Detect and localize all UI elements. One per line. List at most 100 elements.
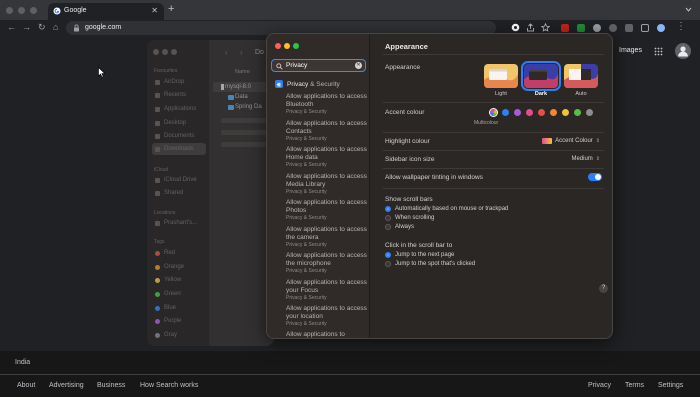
- settings-minimize-button[interactable]: [284, 43, 290, 49]
- finder-column-name[interactable]: Name: [235, 69, 250, 75]
- search-result-more[interactable]: Allow applications to: [286, 331, 368, 338]
- theme-dark-option[interactable]: [521, 61, 561, 91]
- finder-close-button[interactable]: [153, 49, 159, 55]
- highlight-colour-popup[interactable]: Accent Colour ⇕: [542, 138, 600, 144]
- clear-search-icon[interactable]: ✕: [355, 62, 362, 69]
- finder-tag-orange[interactable]: Orange: [155, 264, 184, 270]
- accent-blue-swatch[interactable]: [502, 109, 509, 116]
- finder-tag-yellow[interactable]: Yellow: [155, 277, 181, 283]
- accent-red-swatch[interactable]: [538, 109, 545, 116]
- footer-link-business[interactable]: Business: [97, 382, 125, 389]
- finder-tag-purple[interactable]: Purple: [155, 318, 181, 324]
- search-result-photos[interactable]: Allow applications to access Photos Priv…: [286, 199, 368, 222]
- settings-search-input[interactable]: Privacy ✕: [271, 59, 366, 72]
- accent-yellow-swatch[interactable]: [562, 109, 569, 116]
- finder-sidebar-documents[interactable]: Documents: [155, 133, 194, 139]
- home-icon[interactable]: ⌂: [53, 22, 58, 32]
- tab-close-icon[interactable]: ✕: [151, 6, 158, 15]
- search-result-media-library[interactable]: Allow applications to access Media Libra…: [286, 173, 368, 196]
- footer-link-how-search-works[interactable]: How Search works: [140, 382, 198, 389]
- scrollbar-option-always[interactable]: Always: [385, 224, 414, 230]
- accent-orange-swatch[interactable]: [550, 109, 557, 116]
- radio-button[interactable]: [385, 215, 391, 221]
- accent-graphite-swatch[interactable]: [586, 109, 593, 116]
- radio-button[interactable]: [385, 261, 391, 267]
- finder-sidebar-shared[interactable]: Shared: [155, 190, 183, 196]
- chrome-menu-icon[interactable]: ⋮: [676, 21, 686, 32]
- finder-sidebar-recents[interactable]: Recents: [155, 92, 186, 98]
- google-lens-icon[interactable]: [511, 23, 520, 32]
- accent-purple-swatch[interactable]: [514, 109, 521, 116]
- account-avatar[interactable]: [675, 43, 691, 59]
- adblock-extension-icon[interactable]: [561, 24, 569, 32]
- search-result-camera[interactable]: Allow applications to access the camera …: [286, 226, 368, 249]
- new-tab-button[interactable]: +: [168, 4, 174, 15]
- finder-sidebar-applications[interactable]: Applications: [155, 106, 196, 112]
- finder-tag-green[interactable]: Green: [155, 291, 181, 297]
- reload-icon[interactable]: ↻: [38, 22, 46, 33]
- finder-sidebar-location-mac[interactable]: Prashant's...: [155, 220, 197, 226]
- scrollbar-option-auto[interactable]: Automatically based on mouse or trackpad: [385, 206, 508, 212]
- bookmark-star-icon[interactable]: [541, 23, 550, 32]
- click-option-next-page[interactable]: Jump to the next page: [385, 252, 454, 258]
- images-link[interactable]: Images: [619, 47, 642, 54]
- finder-back-icon[interactable]: ‹: [225, 48, 228, 57]
- extension-icon[interactable]: [593, 24, 601, 32]
- finder-sidebar-airdrop[interactable]: AirDrop: [155, 79, 184, 85]
- profile-avatar[interactable]: [657, 24, 665, 32]
- finder-window[interactable]: Favourites AirDrop Recents Applications …: [147, 40, 274, 346]
- search-result-contacts[interactable]: Allow applications to access Contacts Pr…: [286, 120, 368, 143]
- finder-zoom-button[interactable]: [171, 49, 177, 55]
- help-button[interactable]: ?: [599, 284, 608, 293]
- side-panel-icon[interactable]: [641, 24, 649, 32]
- accent-multicolour-swatch[interactable]: [490, 109, 497, 116]
- apps-grid-icon[interactable]: [654, 47, 663, 56]
- search-result-privacy-security[interactable]: Privacy & Security: [275, 80, 340, 88]
- finder-forward-icon[interactable]: ›: [240, 48, 243, 57]
- sidebar-icon-size-popup[interactable]: Medium ⇕: [571, 156, 600, 162]
- footer-link-about[interactable]: About: [17, 382, 35, 389]
- finder-sidebar-desktop[interactable]: Desktop: [155, 120, 186, 126]
- settings-close-button[interactable]: [275, 43, 281, 49]
- search-result-focus[interactable]: Allow applications to access your Focus …: [286, 279, 368, 302]
- finder-minimize-button[interactable]: [162, 49, 168, 55]
- window-close-button[interactable]: [6, 7, 13, 14]
- window-zoom-button[interactable]: [30, 7, 37, 14]
- system-settings-window[interactable]: Privacy ✕ Privacy & Security Allow appli…: [266, 33, 613, 339]
- finder-tag-blue[interactable]: Blue: [155, 305, 176, 311]
- back-arrow-icon[interactable]: ←: [7, 22, 16, 32]
- footer-link-terms[interactable]: Terms: [625, 382, 644, 389]
- browser-tab[interactable]: Google ✕: [48, 3, 164, 20]
- wallpaper-tinting-toggle[interactable]: [588, 173, 602, 181]
- window-minimize-button[interactable]: [18, 7, 25, 14]
- forward-arrow-icon[interactable]: →: [22, 22, 31, 32]
- radio-button[interactable]: [385, 224, 391, 230]
- lock-icon[interactable]: [73, 24, 80, 32]
- search-result-microphone[interactable]: Allow applications to access the microph…: [286, 252, 368, 275]
- theme-light-option[interactable]: [484, 64, 518, 88]
- share-icon[interactable]: [526, 23, 535, 32]
- click-option-spot[interactable]: Jump to the spot that's clicked: [385, 261, 475, 267]
- footer-link-settings[interactable]: Settings: [658, 382, 683, 389]
- finder-file-mysql[interactable]: mysql-8.0: [225, 84, 251, 90]
- finder-sidebar-icloud-drive[interactable]: iCloud Drive: [155, 177, 197, 183]
- accent-green-swatch[interactable]: [574, 109, 581, 116]
- scrollbar-option-scrolling[interactable]: When scrolling: [385, 215, 434, 221]
- search-result-bluetooth[interactable]: Allow applications to access Bluetooth P…: [286, 93, 368, 116]
- radio-button[interactable]: [385, 206, 391, 212]
- footer-link-privacy[interactable]: Privacy: [588, 382, 611, 389]
- theme-auto-option[interactable]: [564, 64, 598, 88]
- finder-file-data[interactable]: Data: [235, 94, 248, 100]
- extension-2-icon[interactable]: [609, 24, 617, 32]
- finder-tag-gray[interactable]: Gray: [155, 332, 177, 338]
- search-result-location[interactable]: Allow applications to access your locati…: [286, 305, 368, 328]
- tab-search-icon[interactable]: [684, 5, 693, 14]
- finder-file-spring[interactable]: Spring Da: [235, 104, 262, 110]
- search-result-home-data[interactable]: Allow applications to access Home data P…: [286, 146, 368, 169]
- accent-pink-swatch[interactable]: [526, 109, 533, 116]
- footer-link-advertising[interactable]: Advertising: [49, 382, 84, 389]
- finder-tag-red[interactable]: Red: [155, 250, 175, 256]
- grammarly-extension-icon[interactable]: [577, 24, 585, 32]
- settings-zoom-button[interactable]: [293, 43, 299, 49]
- radio-button[interactable]: [385, 252, 391, 258]
